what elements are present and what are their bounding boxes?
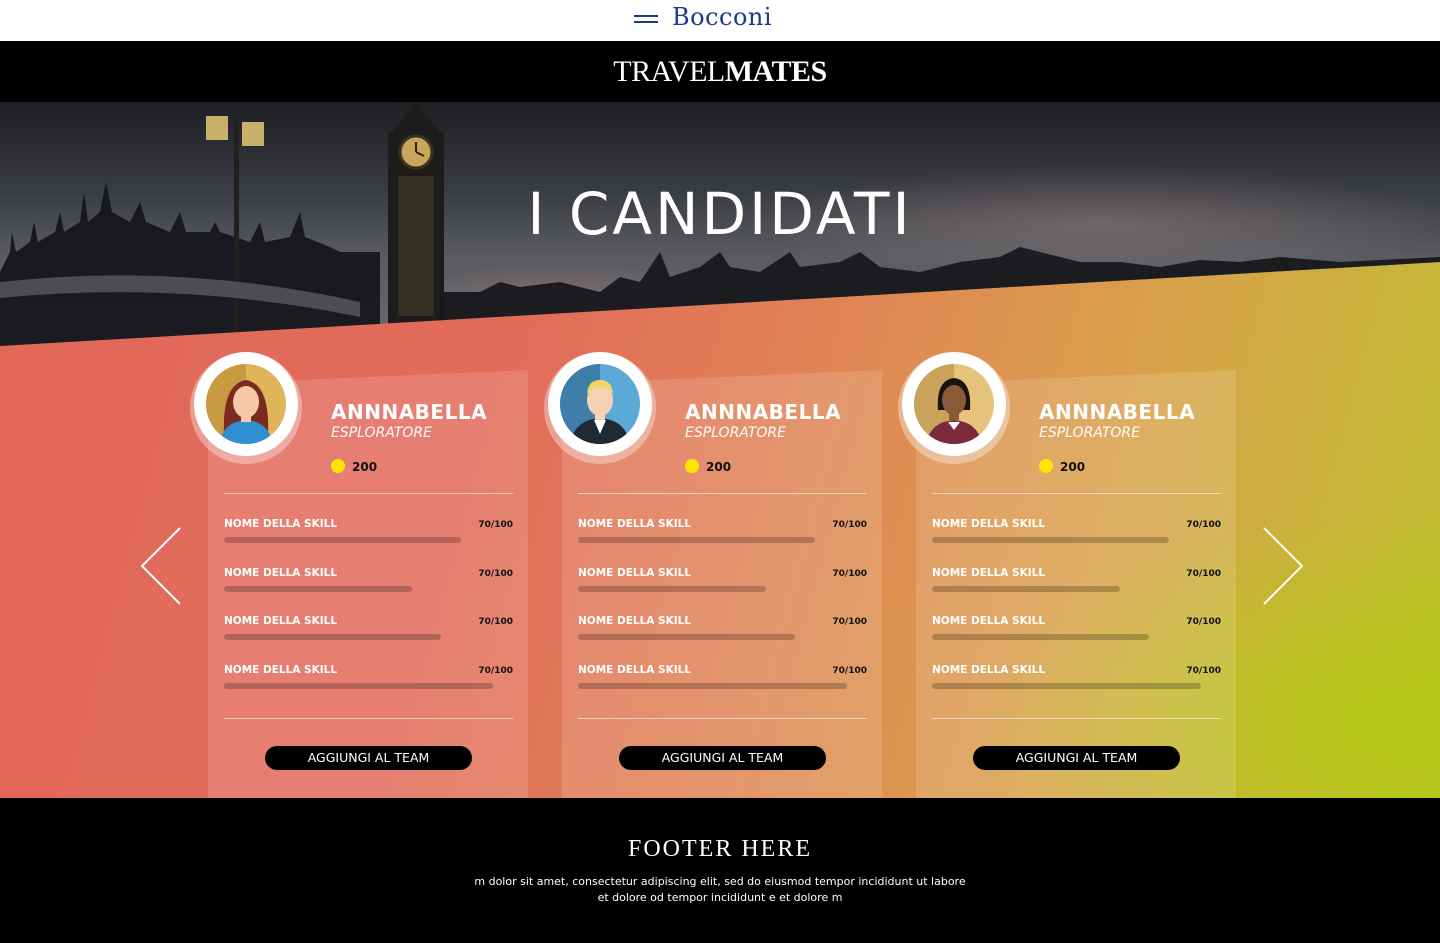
divider: [578, 493, 867, 494]
candidate-name: ANNNABELLA: [1039, 400, 1196, 424]
logo-light: TRAVEL: [613, 55, 725, 88]
skill-label: NOME DELLA SKILL: [224, 663, 338, 676]
skill-progress-bar: [224, 585, 412, 592]
woman-darkhair-avatar: [914, 364, 994, 444]
skill-progress-bar: [932, 537, 1169, 543]
divider: [224, 493, 513, 494]
skill-progress-bar: [932, 585, 1120, 592]
avatar-frame: [548, 352, 652, 456]
divider: [578, 718, 867, 719]
footer-title: FOOTER HERE: [628, 836, 812, 862]
skill-label: NOME DELLA SKILL: [932, 663, 1046, 676]
skill-value: 70/100: [832, 568, 867, 579]
candidate-points: 200: [706, 460, 732, 474]
skill-progress-bar: [578, 537, 815, 543]
skill-progress-bar: [224, 634, 441, 640]
skill-progress-bar: [224, 682, 493, 689]
skill-value: 70/100: [832, 520, 867, 530]
skill-value: 70/100: [1186, 568, 1221, 579]
candidate-name: ANNNABELLA: [685, 400, 842, 424]
skill-label: NOME DELLA SKILL: [224, 615, 338, 627]
candidate-points: 200: [352, 460, 378, 474]
skill-label: NOME DELLA SKILL: [578, 663, 692, 676]
coin-icon: [1039, 459, 1053, 473]
skill-label: NOME DELLA SKILL: [578, 518, 692, 530]
skill-label: NOME DELLA SKILL: [932, 615, 1046, 627]
bocconi-logo[interactable]: Bocconi: [672, 3, 772, 31]
candidate-name: ANNNABELLA: [331, 400, 488, 424]
avatar[interactable]: [898, 352, 1010, 464]
page-title: I CANDIDATI: [527, 180, 913, 248]
skill-label: NOME DELLA SKILL: [224, 518, 338, 530]
footer-text: m dolor sit amet, consectetur adipiscing…: [474, 875, 966, 904]
skill-label: NOME DELLA SKILL: [224, 566, 338, 579]
skill-value: 70/100: [1186, 617, 1221, 627]
skill-label: NOME DELLA SKILL: [932, 566, 1046, 579]
add-to-team-button[interactable]: AGGIUNGI AL TEAM: [973, 746, 1180, 770]
skill-value: 70/100: [478, 617, 513, 627]
footer: FOOTER HERE m dolor sit amet, consectetu…: [0, 798, 1440, 943]
skill-progress-bar: [578, 634, 795, 640]
add-to-team-button[interactable]: AGGIUNGI AL TEAM: [619, 746, 826, 770]
candidate-points: 200: [1060, 460, 1086, 474]
coin-icon: [685, 459, 699, 473]
skill-value: 70/100: [1186, 665, 1221, 676]
skill-progress-bar: [932, 682, 1201, 689]
hero-section: I CANDIDATI ANNNABELLA ESPLORATORE 200 NOME…: [0, 102, 1440, 798]
divider: [932, 493, 1221, 494]
skill-progress-bar: [578, 585, 766, 592]
divider: [932, 718, 1221, 719]
avatar[interactable]: [544, 352, 656, 464]
site-header: TRAVELMATES: [0, 41, 1440, 102]
skill-progress-bar: [578, 682, 847, 689]
candidate-role: ESPLORATORE: [331, 425, 432, 441]
avatar-frame: [194, 352, 298, 456]
skill-value: 70/100: [832, 617, 867, 627]
avatar[interactable]: [190, 352, 302, 464]
chevron-right-icon[interactable]: [1262, 526, 1304, 606]
man-blond-avatar: [560, 364, 640, 444]
top-bar: Bocconi: [0, 0, 1440, 41]
skill-value: 70/100: [478, 568, 513, 579]
hamburger-icon[interactable]: [634, 14, 658, 24]
chevron-left-icon[interactable]: [140, 526, 182, 606]
woman-redhair-avatar: [206, 364, 286, 444]
travelmates-logo[interactable]: TRAVELMATES: [0, 55, 1440, 89]
skill-label: NOME DELLA SKILL: [578, 566, 692, 579]
candidate-role: ESPLORATORE: [1039, 425, 1140, 441]
skill-label: NOME DELLA SKILL: [578, 615, 692, 627]
avatar-frame: [902, 352, 1006, 456]
skill-value: 70/100: [832, 665, 867, 676]
skill-value: 70/100: [478, 520, 513, 530]
skill-progress-bar: [932, 634, 1149, 640]
add-to-team-button[interactable]: AGGIUNGI AL TEAM: [265, 746, 472, 770]
skill-progress-bar: [224, 537, 461, 543]
skill-label: NOME DELLA SKILL: [932, 518, 1046, 530]
coin-icon: [331, 459, 345, 473]
divider: [224, 718, 513, 719]
logo-bold: MATES: [724, 55, 827, 88]
candidate-role: ESPLORATORE: [685, 425, 786, 441]
skill-value: 70/100: [478, 665, 513, 676]
skill-value: 70/100: [1186, 520, 1221, 530]
